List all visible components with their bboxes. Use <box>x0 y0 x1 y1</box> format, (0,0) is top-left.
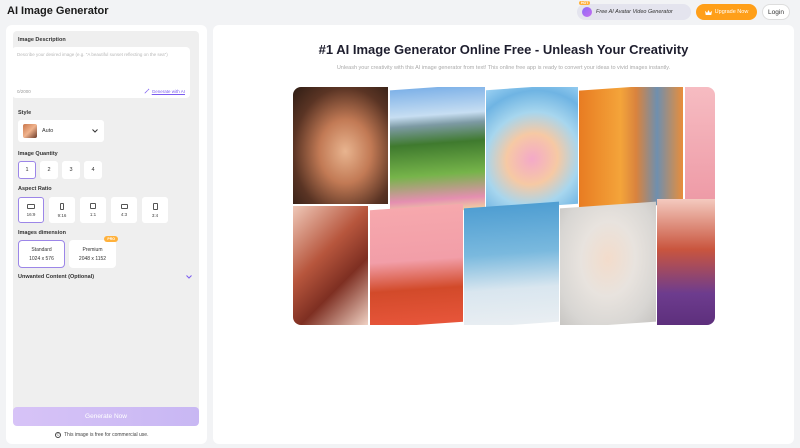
style-thumbnail <box>23 124 37 138</box>
dimension-name: Premium <box>82 246 103 253</box>
dimension-options: Standard 1024 x 576 PRO Premium 2048 x 1… <box>18 236 118 268</box>
style-select[interactable]: Auto <box>18 120 104 142</box>
chevron-down-icon <box>186 275 192 279</box>
header: AI Image Generator HOT Free AI Avatar Vi… <box>0 0 800 24</box>
chevron-down-icon <box>92 129 98 133</box>
pro-badge: PRO <box>104 236 118 242</box>
sample-image-pink-partial <box>685 87 715 202</box>
sample-image-woman-orange <box>579 87 683 211</box>
hero-panel: #1 AI Image Generator Online Free - Unle… <box>213 25 794 444</box>
unwanted-content-label: Unwanted Content (Optional) <box>18 274 95 280</box>
copyright-icon: © <box>55 432 61 438</box>
style-label: Style <box>18 110 32 116</box>
upgrade-button[interactable]: Upgrade Now <box>696 4 757 20</box>
ratio-shape-icon <box>152 202 158 210</box>
description-placeholder: Describe your desired image (e.g. "A bea… <box>17 52 168 57</box>
aspect-option-16-9[interactable]: 16:9 <box>18 197 44 223</box>
ratio-shape-icon <box>60 202 64 210</box>
dimension-label: Images dimension <box>18 230 66 236</box>
aspect-label: 1:1 <box>89 212 97 217</box>
aspect-ratio-label: Aspect Ratio <box>18 186 52 192</box>
generate-now-button[interactable]: Generate Now <box>13 407 199 426</box>
ai-avatar-video-button[interactable]: HOT Free AI Avatar Video Generator <box>577 1 691 20</box>
quantity-option-1[interactable]: 1 <box>18 161 36 179</box>
sample-image-couple <box>293 206 368 325</box>
upgrade-label: Upgrade Now <box>714 9 749 15</box>
dimension-option-standard[interactable]: Standard 1024 x 576 <box>18 240 65 268</box>
aspect-ratio-options: 16:9 9:16 1:1 4:3 3:4 <box>18 197 168 223</box>
aspect-option-9-16[interactable]: 9:16 <box>49 197 75 223</box>
dimension-name: Standard <box>31 246 52 253</box>
aspect-option-4-3[interactable]: 4:3 <box>111 197 137 223</box>
sample-image-baby <box>560 201 656 325</box>
quantity-option-4[interactable]: 4 <box>84 161 102 179</box>
quantity-label: Image Quantity <box>18 151 58 157</box>
aspect-option-1-1[interactable]: 1:1 <box>80 197 106 223</box>
commercial-use-text: This image is free for commercial use. <box>64 432 149 438</box>
hero-title: #1 AI Image Generator Online Free - Unle… <box>318 42 689 57</box>
sample-image-portrait-woman <box>293 87 388 204</box>
dimension-size: 1024 x 576 <box>29 255 54 262</box>
commercial-use-note: © This image is free for commercial use. <box>55 432 148 438</box>
description-label: Image Description <box>18 37 66 43</box>
wand-icon <box>144 88 150 94</box>
quantity-option-3[interactable]: 3 <box>62 161 80 179</box>
hot-badge: HOT <box>579 1 591 5</box>
quantity-option-2[interactable]: 2 <box>40 161 58 179</box>
sample-image-collage <box>293 87 715 325</box>
crown-icon <box>704 9 712 15</box>
aspect-label: 4:3 <box>120 211 128 217</box>
dimension-size: 2048 x 1152 <box>78 255 107 262</box>
sample-image-woman-purple <box>657 199 715 325</box>
sample-image-candy-tower <box>486 87 578 211</box>
sample-image-anime-girl <box>370 203 463 325</box>
promo-label: Free AI Avatar Video Generator <box>596 9 673 15</box>
dimension-option-premium[interactable]: PRO Premium 2048 x 1152 <box>69 236 118 268</box>
ratio-shape-icon <box>90 203 96 209</box>
aspect-label: 3:4 <box>151 212 159 218</box>
generate-with-ai-label: Generate with AI <box>151 88 185 94</box>
aspect-label: 9:16 <box>57 212 67 218</box>
promo-avatar-icon <box>582 7 592 17</box>
description-textarea[interactable]: Describe your desired image (e.g. "A bea… <box>12 47 190 98</box>
quantity-options: 1 2 3 4 <box>18 161 102 179</box>
ratio-shape-icon <box>120 203 128 209</box>
style-value: Auto <box>42 128 54 134</box>
ratio-shape-icon <box>27 203 35 209</box>
generate-with-ai-link[interactable]: Generate with AI <box>144 88 185 94</box>
login-button[interactable]: Login <box>762 4 790 20</box>
aspect-option-3-4[interactable]: 3:4 <box>142 197 168 223</box>
sample-image-woman-blue <box>464 201 559 325</box>
unwanted-content-toggle[interactable]: Unwanted Content (Optional) <box>18 274 192 280</box>
hero-subtitle: Unleash your creativity with this AI ima… <box>336 65 671 71</box>
sample-image-mountain-meadow <box>390 87 485 216</box>
char-count: 0/2000 <box>17 89 31 94</box>
app-title: AI Image Generator <box>7 5 109 17</box>
aspect-label: 16:9 <box>26 211 36 217</box>
